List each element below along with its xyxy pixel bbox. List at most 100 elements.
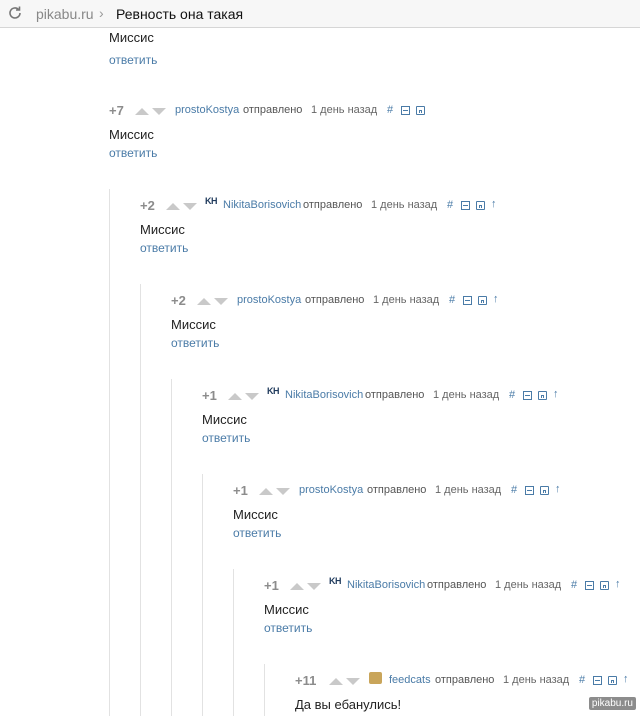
upvote-icon[interactable] (329, 678, 343, 685)
parent-arrow-icon[interactable]: ↑ (615, 578, 621, 590)
username-link[interactable]: prostoKostya (299, 484, 363, 496)
collapse-icon[interactable] (463, 296, 472, 305)
comment-header: +11 feedcats отправлено 1 день назад # ↑ (295, 672, 629, 692)
reply-link[interactable]: ответить (109, 146, 157, 160)
sent-label: отправлено (427, 579, 487, 591)
permalink-hash[interactable]: # (579, 674, 585, 686)
save-icon[interactable] (540, 486, 549, 495)
thread-line (109, 189, 110, 716)
permalink-hash[interactable]: # (511, 484, 517, 496)
comment-header: +2 KH NikitaBorisovich отправлено 1 день наз… (140, 196, 497, 217)
parent-arrow-icon[interactable]: ↑ (553, 388, 559, 400)
sent-label: отправлено (367, 484, 427, 496)
reply-link[interactable]: ответить (109, 53, 157, 67)
username-link[interactable]: NikitaBorisovich (347, 579, 425, 591)
comment: +2 KH NikitaBorisovich отправлено 1 день наз… (140, 196, 497, 255)
comment-text: Да вы ебанулись! (295, 697, 402, 712)
upvote-icon[interactable] (290, 583, 304, 590)
collapse-icon[interactable] (401, 106, 410, 115)
timestamp: 1 день назад (373, 294, 440, 306)
thread-line (202, 474, 203, 716)
comment-text: Миссис (264, 602, 309, 617)
rating-value: +7 (109, 103, 124, 118)
username-link[interactable]: NikitaBorisovich (285, 389, 363, 401)
downvote-icon[interactable] (307, 583, 321, 590)
comment-header: +1 KH NikitaBorisovich отправлено 1 день наз… (202, 386, 559, 407)
upvote-icon[interactable] (197, 298, 211, 305)
timestamp: 1 день назад (503, 674, 570, 686)
upvote-icon[interactable] (228, 393, 242, 400)
sent-label: отправлено (243, 104, 303, 116)
parent-arrow-icon[interactable]: ↑ (623, 673, 629, 685)
downvote-icon[interactable] (346, 678, 360, 685)
reply-link[interactable]: ответить (171, 336, 219, 350)
downvote-icon[interactable] (152, 108, 166, 115)
avatar: KH (205, 196, 218, 206)
rating-value: +1 (202, 388, 217, 403)
permalink-hash[interactable]: # (387, 104, 393, 116)
parent-arrow-icon[interactable]: ↑ (491, 198, 497, 210)
comment-text: Миссис (140, 222, 185, 237)
reply-link[interactable]: ответить (233, 526, 281, 540)
breadcrumb-separator: › (99, 5, 104, 21)
collapse-icon[interactable] (523, 391, 532, 400)
upvote-icon[interactable] (166, 203, 180, 210)
rating-value: +2 (171, 293, 186, 308)
collapse-icon[interactable] (461, 201, 470, 210)
save-icon[interactable] (608, 676, 617, 685)
sent-label: отправлено (435, 674, 495, 686)
parent-arrow-icon[interactable]: ↑ (555, 483, 561, 495)
comment: +1 prostoKostya отправлено 1 день назад # ↑ Ми… (233, 483, 561, 540)
permalink-hash[interactable]: # (509, 389, 515, 401)
sent-label: отправлено (365, 389, 425, 401)
watermark: pikabu.ru (588, 697, 636, 710)
timestamp: 1 день назад (433, 389, 500, 401)
comment: +7 prostoKostya отправлено 1 день назад # Мис… (109, 103, 425, 160)
downvote-icon[interactable] (214, 298, 228, 305)
save-icon[interactable] (538, 391, 547, 400)
rating-value: +11 (295, 673, 317, 688)
username-link[interactable]: NikitaBorisovich (223, 199, 301, 211)
upvote-icon[interactable] (135, 108, 149, 115)
comment-text: Миссис (109, 30, 154, 45)
permalink-hash[interactable]: # (571, 579, 577, 591)
username-link[interactable]: prostoKostya (175, 104, 239, 116)
avatar: KH (267, 386, 280, 396)
reload-icon[interactable] (7, 5, 23, 21)
browser-address-bar: pikabu.ru › Ревность она такая (0, 0, 640, 28)
comment-text: Миссис (202, 412, 247, 427)
comment-text: Миссис (233, 507, 278, 522)
collapse-icon[interactable] (585, 581, 594, 590)
url-domain[interactable]: pikabu.ru (36, 6, 94, 22)
page-title: Ревность она такая (116, 6, 244, 22)
comment-text: Миссис (171, 317, 216, 332)
collapse-icon[interactable] (593, 676, 602, 685)
parent-arrow-icon[interactable]: ↑ (493, 293, 499, 305)
sent-label: отправлено (303, 199, 363, 211)
thread-line (140, 284, 141, 716)
upvote-icon[interactable] (259, 488, 273, 495)
reply-link[interactable]: ответить (140, 241, 188, 255)
username-link[interactable]: prostoKostya (237, 294, 301, 306)
save-icon[interactable] (600, 581, 609, 590)
downvote-icon[interactable] (183, 203, 197, 210)
collapse-icon[interactable] (525, 486, 534, 495)
rating-value: +2 (140, 198, 155, 213)
timestamp: 1 день назад (311, 104, 378, 116)
comment-header: +7 prostoKostya отправлено 1 день назад # (109, 103, 425, 122)
permalink-hash[interactable]: # (447, 199, 453, 211)
thread-line (233, 569, 234, 716)
comment: +11 feedcats отправлено 1 день назад # ↑ Да вы… (295, 672, 629, 712)
save-icon[interactable] (478, 296, 487, 305)
comment: +1 KH NikitaBorisovich отправлено 1 день наз… (202, 386, 559, 445)
downvote-icon[interactable] (245, 393, 259, 400)
permalink-hash[interactable]: # (449, 294, 455, 306)
username-link[interactable]: feedcats (389, 674, 431, 686)
reply-link[interactable]: ответить (264, 621, 312, 635)
sent-label: отправлено (305, 294, 365, 306)
reply-link[interactable]: ответить (202, 431, 250, 445)
save-icon[interactable] (476, 201, 485, 210)
save-icon[interactable] (416, 106, 425, 115)
avatar (369, 672, 382, 684)
downvote-icon[interactable] (276, 488, 290, 495)
